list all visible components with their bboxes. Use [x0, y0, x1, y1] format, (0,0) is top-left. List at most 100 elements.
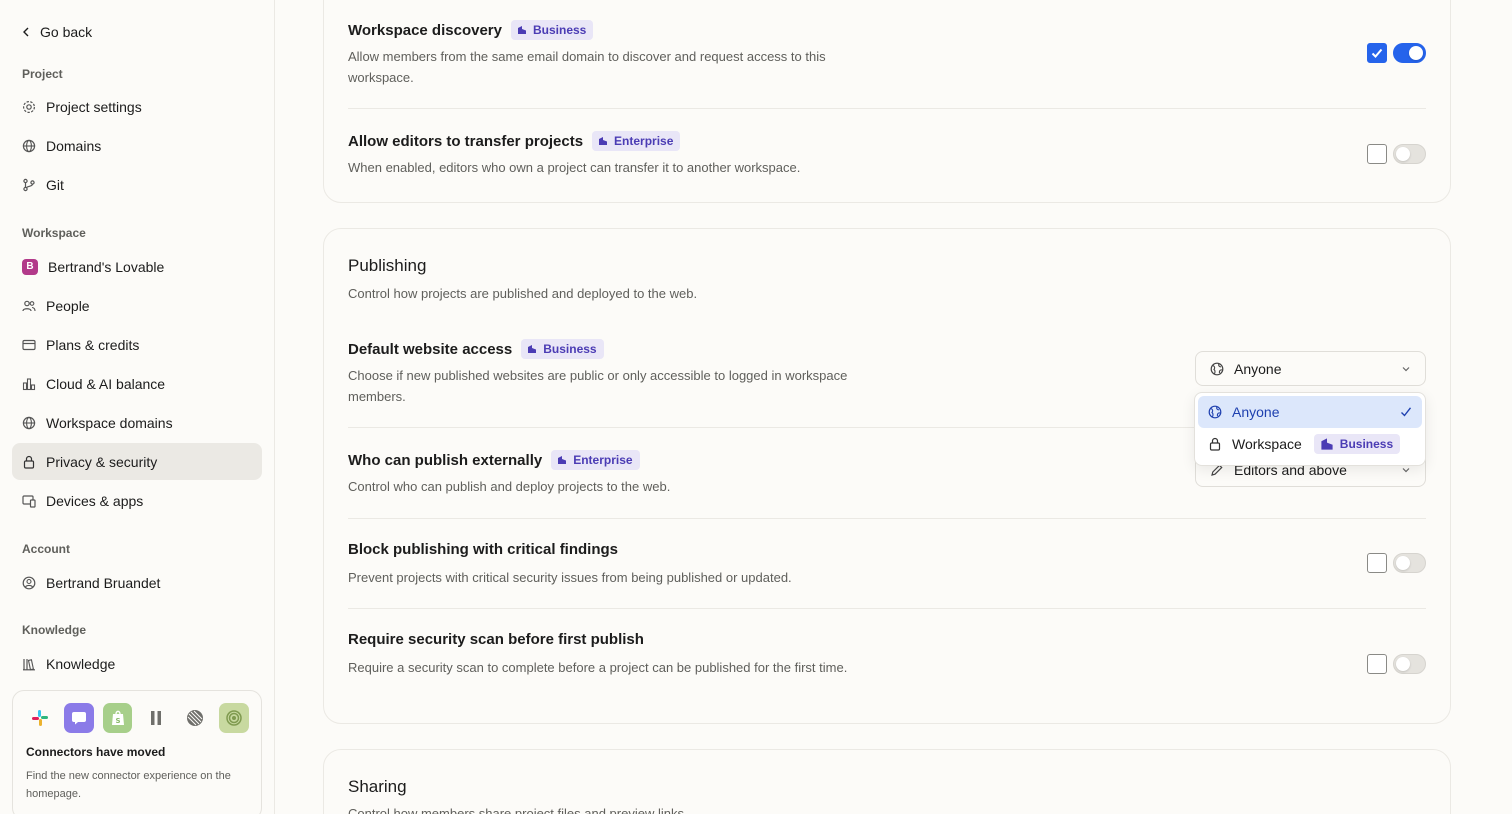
gear-icon [22, 100, 36, 113]
building-icon [599, 137, 608, 145]
building-icon [1321, 438, 1333, 450]
publish-externally-desc: Control who can publish and deploy proje… [348, 479, 671, 494]
workspace-discovery-checkbox[interactable] [1367, 43, 1387, 63]
sidebar-item-people[interactable]: People [12, 287, 262, 324]
lock-icon [23, 455, 35, 469]
block-critical-title: Block publishing with critical findings [348, 541, 618, 558]
setting-title-text: Who can publish externally [348, 451, 543, 469]
svg-text:S: S [115, 717, 120, 725]
toggle-knob [1396, 657, 1410, 671]
sidebar-item-knowledge[interactable]: Knowledge [12, 645, 262, 682]
sidebar-item-label: Cloud & AI balance [46, 375, 166, 392]
plan-badge: Enterprise [551, 450, 640, 470]
sidebar-item-account[interactable]: Bertrand Bruandet [12, 564, 262, 601]
plan-badge: Enterprise [592, 131, 681, 151]
block-critical-toggle[interactable] [1393, 553, 1426, 573]
sharing-card [323, 749, 1451, 814]
require-scan-checkbox[interactable] [1367, 654, 1387, 674]
setting-title-text: Allow editors to transfer projects [348, 132, 584, 150]
toggle-knob [1409, 46, 1423, 60]
transfer-projects-toggle[interactable] [1393, 144, 1426, 164]
credit-card-icon [22, 339, 36, 350]
building-icon [528, 345, 537, 353]
section-label-workspace: Workspace [22, 226, 86, 240]
globe-icon [1210, 362, 1224, 375]
badge-label: Business [1339, 437, 1394, 451]
connectors-title: Connectors have moved [26, 745, 166, 759]
building-icon [558, 456, 567, 464]
sidebar-item-label: Bertrand Bruandet [46, 574, 161, 591]
globe-icon [22, 416, 36, 429]
require-scan-desc: Require a security scan to complete befo… [348, 660, 848, 675]
toggle-knob [1396, 147, 1410, 161]
shopify-icon: S [102, 703, 133, 733]
sidebar-item-plans-credits[interactable]: Plans & credits [12, 326, 262, 363]
badge-label: Enterprise [614, 134, 674, 148]
chevron-down-icon [1402, 366, 1410, 371]
block-critical-desc: Prevent projects with critical security … [348, 570, 792, 585]
sidebar-item-label: Devices & apps [46, 492, 144, 509]
sidebar-item-label: Bertrand's Lovable [48, 258, 165, 275]
sidebar-item-domains[interactable]: Domains [12, 127, 262, 164]
connector-icons: S [25, 703, 249, 733]
setting-title-text: Require security scan before first publi… [348, 631, 644, 648]
require-scan-toggle[interactable] [1393, 654, 1426, 674]
globe-icon [1208, 405, 1222, 419]
divider [348, 608, 1426, 609]
globe-icon [22, 139, 36, 152]
dropdown-option-workspace[interactable]: Workspace Business [1198, 428, 1422, 460]
people-icon [22, 300, 36, 311]
spiral-icon [219, 703, 249, 733]
plan-badge: Business [510, 20, 594, 40]
dropdown-option-anyone[interactable]: Anyone [1198, 396, 1422, 428]
sidebar-item-label: Workspace domains [46, 414, 173, 431]
transfer-projects-desc: When enabled, editors who own a project … [348, 160, 801, 175]
go-back-link[interactable]: Go back [20, 22, 92, 42]
option-label: Workspace [1232, 436, 1302, 452]
default-access-desc: Choose if new published websites are pub… [348, 368, 848, 404]
section-label-project: Project [22, 67, 63, 81]
require-scan-title: Require security scan before first publi… [348, 631, 644, 648]
plan-badge: Business [1313, 434, 1401, 454]
default-access-dropdown: Anyone Workspace Business [1194, 392, 1426, 466]
pause-bars-icon [141, 703, 171, 733]
workspace-discovery-toggle[interactable] [1393, 43, 1426, 63]
sidebar-item-label: Project settings [46, 98, 142, 115]
setting-title-text: Default website access [348, 340, 513, 358]
option-label: Anyone [1232, 404, 1280, 420]
connectors-card[interactable]: S Connectors have moved Find the new con… [12, 690, 262, 814]
badge-label: Business [532, 23, 587, 37]
transfer-projects-checkbox[interactable] [1367, 144, 1387, 164]
divider [348, 518, 1426, 519]
linear-icon [180, 703, 210, 733]
sidebar-item-label: Knowledge [46, 655, 116, 672]
bar-chart-icon [22, 377, 36, 390]
publish-externally-title: Who can publish externally Enterprise [348, 450, 640, 470]
slack-icon [25, 703, 55, 733]
badge-label: Business [543, 342, 597, 356]
sidebar-item-workspace[interactable]: B Bertrand's Lovable [12, 248, 262, 285]
go-back-label: Go back [40, 24, 93, 40]
check-icon [1401, 407, 1412, 417]
sidebar-item-devices-apps[interactable]: Devices & apps [12, 482, 262, 519]
workspace-discovery-desc: Allow members from the same email domain… [348, 49, 826, 85]
sidebar-item-project-settings[interactable]: Project settings [12, 88, 262, 125]
default-access-select[interactable]: Anyone [1195, 351, 1426, 386]
sidebar-item-workspace-domains[interactable]: Workspace domains [12, 404, 262, 441]
sidebar: Go back Project Project settings Domains… [0, 0, 275, 814]
sidebar-item-label: Git [46, 176, 64, 193]
publishing-title: Publishing [348, 256, 427, 275]
publishing-desc: Control how projects are published and d… [348, 286, 698, 301]
workspace-avatar: B [22, 258, 38, 275]
sidebar-item-cloud-ai-balance[interactable]: Cloud & AI balance [12, 365, 262, 402]
transfer-projects-title: Allow editors to transfer projects Enter… [348, 131, 681, 151]
section-label-account: Account [22, 542, 70, 556]
block-critical-checkbox[interactable] [1367, 553, 1387, 573]
sidebar-item-label: People [46, 297, 90, 314]
devices-icon [22, 494, 36, 508]
sidebar-item-label: Privacy & security [46, 453, 158, 470]
sharing-title: Sharing [348, 777, 407, 796]
sidebar-item-label: Domains [46, 137, 102, 154]
sidebar-item-privacy-security[interactable]: Privacy & security [12, 443, 262, 480]
sidebar-item-git[interactable]: Git [12, 166, 262, 203]
